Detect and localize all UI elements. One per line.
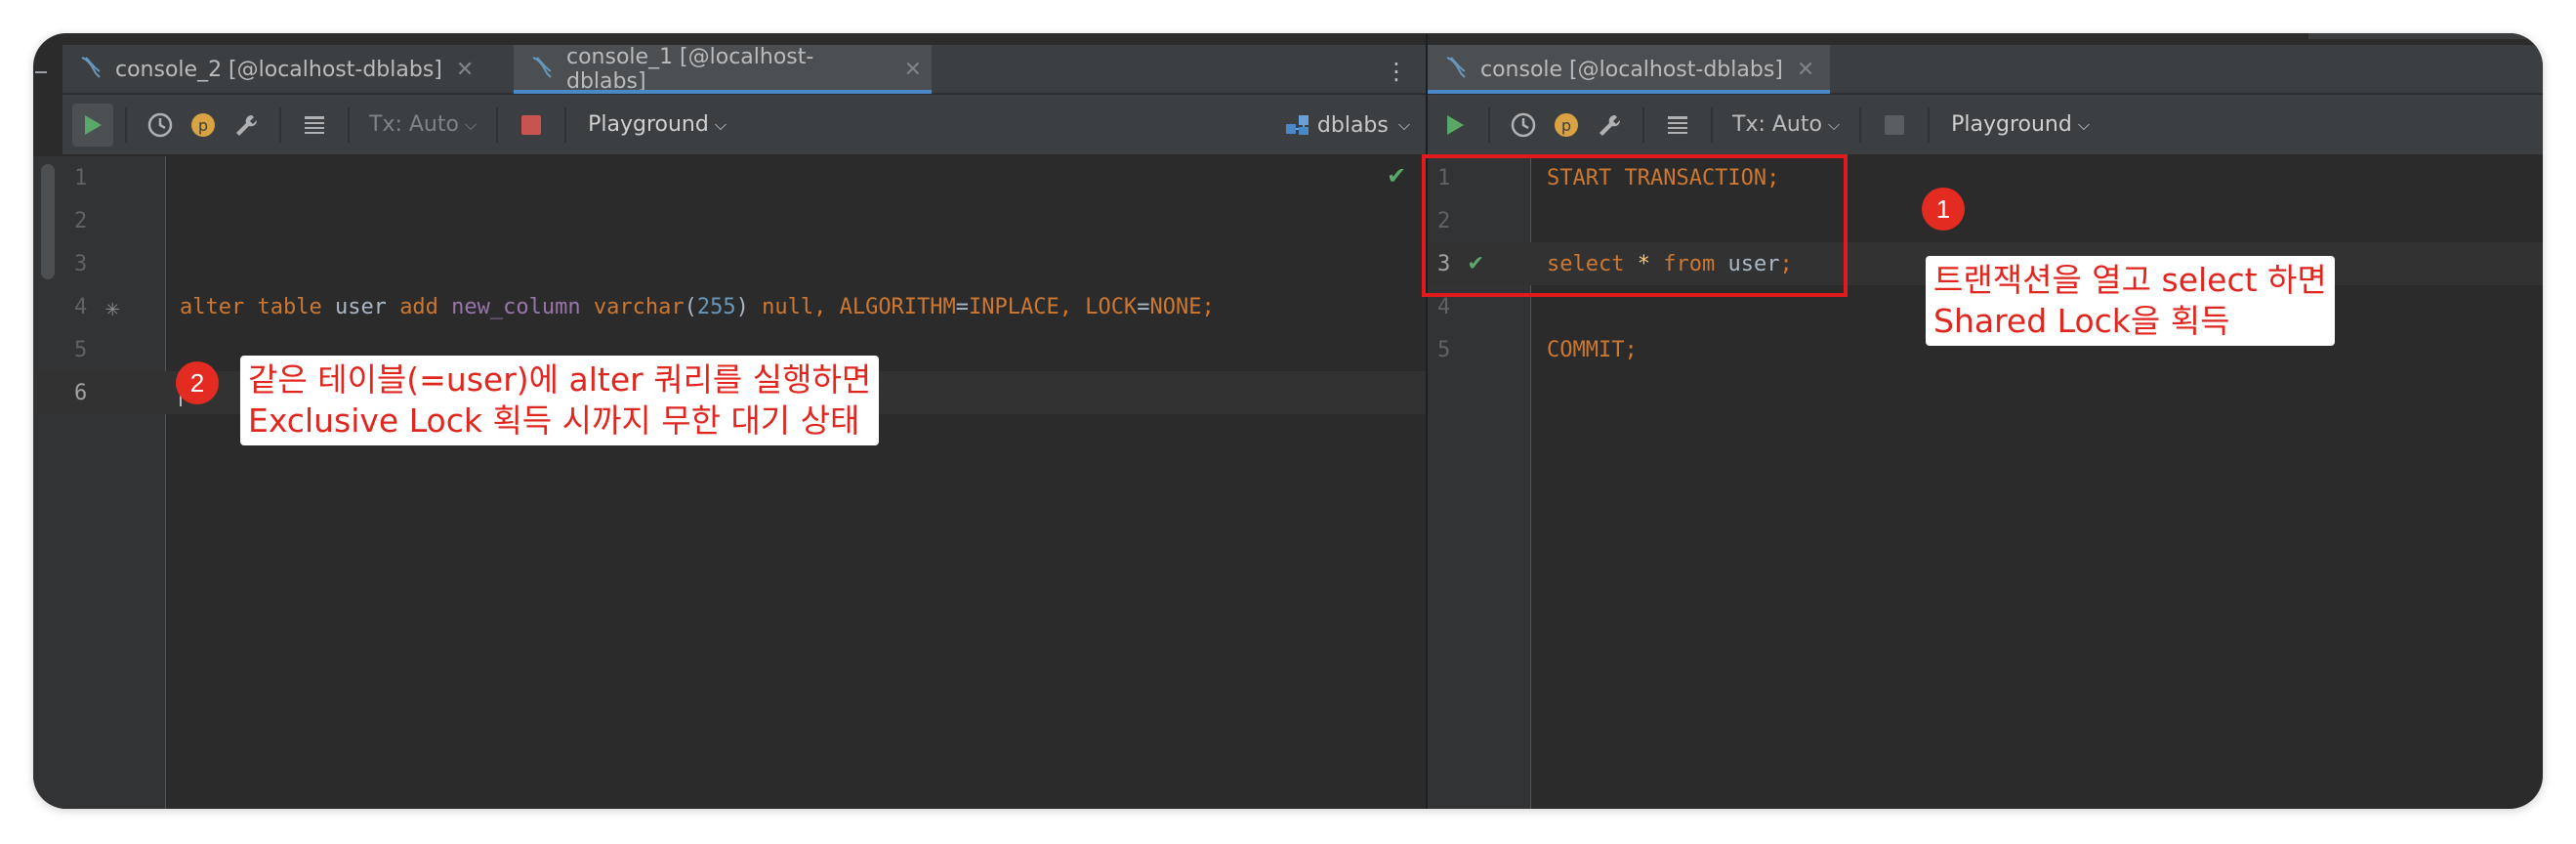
history-button[interactable] [1502, 104, 1545, 147]
tab-console-2[interactable]: console_2 [@localhost-dblabs] ✕ [62, 45, 514, 94]
line-number: 1 [74, 166, 88, 190]
annotation-badge: 2 [176, 361, 219, 404]
line-number: 5 [74, 338, 88, 362]
mode-dropdown[interactable]: Playground ⌵ [578, 104, 736, 147]
more-options-icon[interactable]: ⋮ [1385, 60, 1408, 83]
left-code-editor[interactable]: 1 2 3 4 ✳ alter table user add new_colum… [33, 156, 1426, 809]
svg-text:p: p [198, 116, 208, 135]
chevron-down-icon: ⌵ [714, 114, 727, 134]
tx-mode-dropdown[interactable]: Tx: Auto ⌵ [361, 104, 484, 147]
schema-icon [1285, 115, 1309, 135]
line-number: 4 [1437, 295, 1451, 319]
output-layout-button[interactable] [1656, 104, 1699, 147]
svg-text:p: p [1561, 116, 1571, 135]
annotation-badge: 1 [1922, 188, 1965, 231]
table-icon [305, 115, 324, 134]
tx-mode-label: Tx: Auto [369, 112, 459, 137]
chevron-down-icon: ⌵ [1397, 115, 1410, 134]
mode-label: Playground [1951, 112, 2072, 137]
mode-dropdown[interactable]: Playground ⌵ [1941, 104, 2099, 147]
p-badge-icon: p [1555, 112, 1578, 137]
output-layout-button[interactable] [293, 104, 336, 147]
ide-window: console_2 [@localhost-dblabs] ✕ console_… [33, 33, 2543, 809]
stop-icon [1885, 114, 1905, 135]
explain-plan-button[interactable]: p [182, 104, 225, 147]
settings-button[interactable] [225, 104, 268, 147]
right-tab-bar: console [@localhost-dblabs] ✕ [1428, 45, 2543, 94]
close-icon[interactable]: ✕ [1797, 58, 1814, 82]
chevron-down-icon: ⌵ [1827, 114, 1841, 134]
code-line: 4 ✳ alter table user add new_column varc… [33, 285, 1426, 328]
tab-label: console_2 [@localhost-dblabs] [115, 57, 442, 82]
line-number: 5 [1437, 338, 1451, 362]
toolbar-separator [1711, 106, 1713, 143]
tx-mode-label: Tx: Auto [1732, 112, 1822, 137]
toolbar-separator [1488, 106, 1490, 143]
datasource-dropdown[interactable]: dblabs ⌵ [1284, 104, 1410, 147]
toolbar-separator [125, 106, 127, 143]
toolbar-separator [564, 106, 567, 143]
toolbar-separator [1642, 106, 1644, 143]
code-line: 1 [33, 156, 1426, 199]
annotation-highlight-box [1422, 154, 1848, 297]
p-badge-icon: p [191, 112, 215, 137]
toolbar-separator [348, 106, 350, 143]
line-number: 3 [74, 252, 88, 276]
clock-icon [1511, 112, 1536, 137]
tab-console[interactable]: console [@localhost-dblabs] ✕ [1428, 45, 1830, 94]
console-icon [78, 54, 104, 85]
execute-button[interactable] [1433, 104, 1476, 147]
wrench-icon [1600, 114, 1621, 136]
toolbar-separator [279, 106, 281, 143]
wrench-icon [236, 114, 258, 136]
close-icon[interactable]: ✕ [904, 58, 922, 82]
annotation-callout: 같은 테이블(=user)에 alter 쿼리를 실행하면 Exclusive … [240, 356, 880, 445]
clock-icon [147, 112, 173, 137]
checkmark-icon: ✔ [1387, 162, 1407, 190]
commit-statement: COMMIT; [1547, 338, 1638, 362]
execute-button[interactable] [72, 103, 113, 147]
toolbar-separator [496, 106, 499, 143]
explain-plan-button[interactable]: p [1545, 104, 1588, 147]
left-tab-bar: console_2 [@localhost-dblabs] ✕ console_… [62, 45, 1426, 94]
console-icon [529, 54, 555, 85]
code-line: 2 [33, 199, 1426, 242]
line-number: 2 [74, 209, 88, 233]
right-toolbar: p Tx: Auto ⌵ Playground ⌵ [1428, 95, 2543, 155]
settings-button[interactable] [1588, 104, 1631, 147]
loading-spinner-icon: ✳ [105, 294, 120, 321]
chevron-down-icon: ⌵ [464, 114, 478, 134]
close-icon[interactable]: ✕ [456, 58, 474, 82]
tab-label: console [@localhost-dblabs] [1480, 57, 1783, 82]
run-icon [85, 114, 102, 135]
cancel-query-button[interactable] [1873, 104, 1916, 147]
tx-mode-dropdown[interactable]: Tx: Auto ⌵ [1724, 104, 1848, 147]
line-number: 6 [74, 381, 88, 405]
annotation-callout: 트랜잭션을 열고 select 하면 Shared Lock을 획득 [1926, 256, 2335, 346]
cancel-query-button[interactable] [510, 104, 553, 147]
right-editor-pane: console [@localhost-dblabs] ✕ p Tx: Auto… [1428, 33, 2543, 809]
history-button[interactable] [139, 104, 182, 147]
mode-label: Playground [588, 112, 709, 137]
alter-statement: alter table user add new_column varchar(… [180, 295, 1215, 319]
toolbar-separator [1859, 106, 1862, 143]
run-icon [1447, 114, 1464, 135]
console-icon [1443, 54, 1469, 85]
stop-icon [521, 114, 542, 135]
chevron-down-icon: ⌵ [2077, 114, 2090, 134]
table-icon [1668, 115, 1687, 134]
toolbar-separator [1928, 106, 1931, 143]
datasource-label: dblabs [1316, 112, 1389, 138]
tab-console-1[interactable]: console_1 [@localhost-dblabs] ✕ [514, 45, 932, 94]
tab-label: console_1 [@localhost-dblabs] [566, 45, 814, 94]
code-line: 3 [33, 242, 1426, 285]
left-toolbar: p Tx: Auto ⌵ Playground ⌵ dblabs ⌵ [62, 95, 1426, 155]
